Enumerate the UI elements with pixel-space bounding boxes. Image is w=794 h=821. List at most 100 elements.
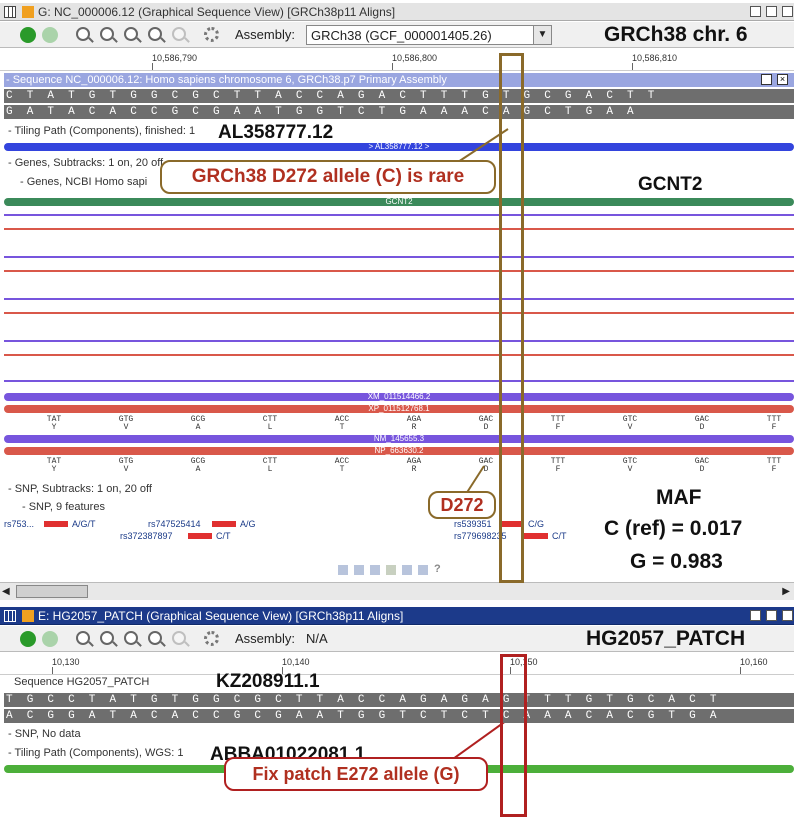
transcript-line[interactable] [4,380,794,382]
genes-track-label: - Genes, Subtracks: 1 on, 20 off [8,157,164,169]
horizontal-scrollbar[interactable]: ◀ ▶ [0,582,794,600]
ruler-label: 10,586,790 [152,53,198,63]
close-track-icon[interactable]: × [777,74,788,85]
assembly-select-value: GRCh38 (GCF_000001405.26) [311,28,492,43]
maximize-button[interactable] [766,6,777,17]
scroll-left-icon[interactable]: ◀ [2,586,10,597]
snp-bar[interactable] [188,533,212,539]
codon-label: AGA R [406,457,422,474]
scroll-thumb[interactable] [16,585,88,598]
xp-protein-bar[interactable]: XP_011512768.1 [4,405,794,413]
gene-bar[interactable]: GCNT2 [4,198,794,206]
ruler-tick [152,63,153,70]
settings-gear-icon[interactable] [204,27,219,42]
bottom-ruler: 10,130 10,140 10,150 10,160 [0,653,794,675]
chevron-down-icon[interactable]: ▼ [533,26,551,44]
scroll-right-icon[interactable]: ▶ [782,586,790,597]
collapse-icon[interactable] [761,74,772,85]
zoom-sequence-icon[interactable] [148,27,162,41]
track-tool-icon[interactable] [402,565,412,575]
snp-id[interactable]: rs372387897 [120,531,173,541]
transcript-line[interactable] [4,256,794,258]
sequence-reverse: GATACACCGCGAATGGTCTGAAACAGCTGAA [4,105,794,119]
maf-title: MAF [656,486,702,509]
zoom-in-icon[interactable] [76,631,90,645]
back-icon[interactable] [20,27,36,43]
position-highlight-box [500,654,527,817]
transcript-line[interactable] [4,298,794,300]
snp-bar[interactable] [44,521,68,527]
genes-subtrack-label: - Genes, NCBI Homo sapi [20,176,148,188]
sequence-name: KZ208911.1 [216,671,320,692]
xm-transcript-bar[interactable]: XM_011514466.2 [4,393,794,401]
snp-id[interactable]: rs753... [4,519,34,529]
forward-icon[interactable] [42,27,58,43]
snp-track-label: - SNP, No data [8,728,81,740]
snp-bar[interactable] [212,521,236,527]
codon-label: GAC D [694,457,710,474]
forward-icon[interactable] [42,631,58,647]
transcript-line[interactable] [4,340,794,342]
assembly-label: Assembly: [235,27,295,42]
codon-label: TTT F [550,457,566,474]
ruler-label: 10,586,800 [392,53,438,63]
zoom-disabled-icon [172,27,186,41]
protein-line[interactable] [4,354,794,356]
snp-allele: A/G/T [72,519,96,529]
bottom-window-titlebar: E: HG2057_PATCH (Graphical Sequence View… [0,607,794,625]
codon-label: ACC T [334,415,350,432]
maximize-button[interactable] [766,610,777,621]
ruler-label: 10,586,810 [632,53,678,63]
window-icon [22,6,34,18]
snp-id[interactable]: rs747525414 [148,519,201,529]
tiling-track-label: - Tiling Path (Components), finished: 1 [8,125,196,137]
protein-line[interactable] [4,312,794,314]
top-ruler: 10,586,790 10,586,800 10,586,810 [0,49,794,71]
close-button[interactable] [782,6,793,17]
gene-name: GCNT2 [638,174,703,195]
minimize-button[interactable] [750,6,761,17]
protein-line[interactable] [4,270,794,272]
snp-bar[interactable] [524,533,548,539]
track-tool-icon[interactable] [418,565,428,575]
zoom-in-icon[interactable] [76,27,90,41]
track-tool-icon[interactable] [338,565,348,575]
back-icon[interactable] [20,631,36,647]
zoom-sequence-icon[interactable] [148,631,162,645]
snp-allele: C/T [216,531,231,541]
transcript-line[interactable] [4,214,794,216]
codon-label: GTC V [622,457,638,474]
ruler-tick [740,667,741,674]
zoom-fit-icon[interactable] [124,27,138,41]
codon-label: TTT F [766,415,782,432]
zoom-fit-icon[interactable] [124,631,138,645]
track-tool-icon[interactable] [386,565,396,575]
sequence-header-label: - Sequence NC_000006.12: Homo sapiens ch… [6,74,447,86]
snp-allele: C/G [528,519,545,529]
sequence-forward: CTATGTGGCGCTTACCAGACTTTGTGCGACTT [4,89,794,103]
track-tool-icon[interactable] [370,565,380,575]
sequence-forward: TGCCTATGTGGCGCTTACCAGAGAGTTTGTGCACT [4,693,794,707]
track-tool-icon[interactable] [354,565,364,575]
snp-allele: A/G [240,519,256,529]
minimize-button[interactable] [750,610,761,621]
codon-label: CTT L [262,415,278,432]
window-icon [22,610,34,622]
nm-transcript-bar[interactable]: NM_145655.3 [4,435,794,443]
zoom-out-icon[interactable] [100,631,114,645]
close-button[interactable] [782,610,793,621]
help-icon[interactable]: ? [434,563,441,575]
np-protein-bar[interactable]: NP_663630.2 [4,447,794,455]
codon-label: GCG A [190,415,206,432]
codon-label: GAC D [694,415,710,432]
settings-gear-icon[interactable] [204,631,219,646]
tiling-component-bar[interactable]: > AL358777.12 > [4,143,794,151]
sequence-track-label: Sequence HG2057_PATCH [14,676,150,688]
protein-line[interactable] [4,228,794,230]
snp-track-label: - SNP, Subtracks: 1 on, 20 off [8,483,152,495]
ruler-label: 10,140 [282,657,310,667]
top-window-titlebar: G: NC_000006.12 (Graphical Sequence View… [0,3,794,21]
assembly-select[interactable]: GRCh38 (GCF_000001405.26) ▼ [306,25,552,45]
snp-id[interactable]: rs539351 [454,519,492,529]
zoom-out-icon[interactable] [100,27,114,41]
